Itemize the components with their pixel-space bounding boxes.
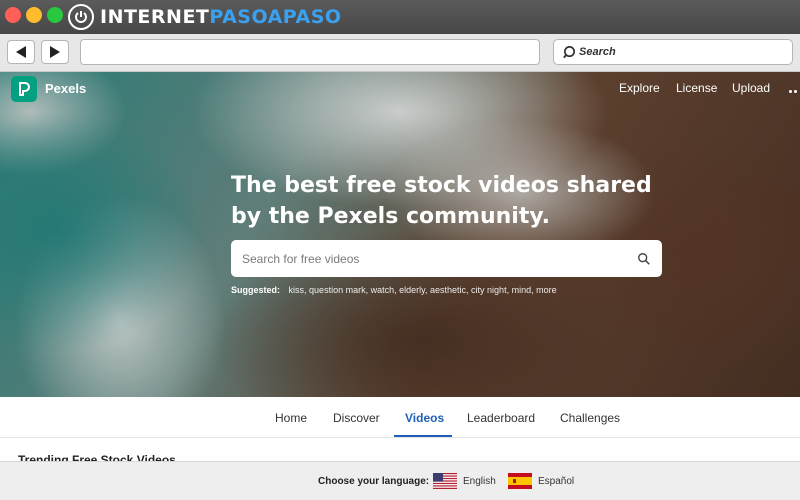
internetpasoapaso-logo: INTERNETPASOAPASO — [68, 3, 342, 31]
category-tabs: Home Discover Videos Leaderboard Challen… — [0, 397, 800, 438]
brand-text-pasoapaso: PASOAPASO — [209, 6, 342, 28]
nav-explore[interactable]: Explore — [619, 81, 660, 95]
window-titlebar: INTERNETPASOAPASO — [0, 0, 800, 34]
hero-overlay — [0, 72, 800, 397]
zoom-window-button[interactable] — [47, 7, 63, 23]
suggestion-link[interactable]: elderly, — [399, 285, 427, 295]
nav-license[interactable]: License — [676, 81, 717, 95]
suggestion-link[interactable]: aesthetic, — [430, 285, 469, 295]
more-options-icon[interactable] — [789, 80, 800, 94]
hero-banner: Pexels Explore License Upload The best f… — [0, 72, 800, 397]
suggested-label: Suggested: — [231, 285, 281, 295]
search-icon[interactable] — [626, 240, 662, 277]
search-icon — [563, 45, 576, 58]
power-icon — [68, 4, 94, 30]
site-name[interactable]: Pexels — [45, 81, 86, 96]
nav-upload[interactable]: Upload — [732, 81, 770, 95]
language-option-spanish[interactable]: Español — [508, 473, 574, 489]
suggestion-link[interactable]: city night, — [471, 285, 509, 295]
language-bar: Choose your language: English Español — [0, 461, 800, 500]
back-arrow-icon — [16, 46, 26, 58]
suggestion-link[interactable]: kiss, — [289, 285, 307, 295]
minimize-window-button[interactable] — [26, 7, 42, 23]
active-tab-indicator — [394, 435, 452, 437]
video-search-bar — [231, 240, 662, 277]
forward-arrow-icon — [50, 46, 60, 58]
language-name-english: English — [463, 475, 496, 487]
tab-home[interactable]: Home — [275, 411, 307, 425]
language-option-english[interactable]: English — [433, 473, 496, 489]
language-name-spanish: Español — [538, 475, 575, 487]
pexels-logo[interactable] — [11, 76, 37, 102]
suggestion-link[interactable]: mind, — [512, 285, 534, 295]
tab-discover[interactable]: Discover — [333, 411, 380, 425]
forward-button[interactable] — [41, 40, 69, 64]
browser-search-placeholder: Search — [579, 46, 616, 58]
close-window-button[interactable] — [5, 7, 21, 23]
back-button[interactable] — [7, 40, 35, 64]
tab-leaderboard[interactable]: Leaderboard — [467, 411, 535, 425]
hero-title: The best free stock videos shared by the… — [231, 173, 652, 229]
tab-challenges[interactable]: Challenges — [560, 411, 620, 425]
address-bar[interactable] — [80, 39, 540, 65]
suggestion-link[interactable]: watch, — [371, 285, 397, 295]
pexels-p-icon — [19, 82, 30, 96]
us-flag-icon — [433, 473, 457, 489]
suggested-searches: Suggested: kiss, question mark, watch, e… — [231, 285, 557, 295]
suggestion-link[interactable]: question mark, — [309, 285, 368, 295]
suggestion-link-more[interactable]: more — [536, 285, 557, 295]
browser-search-field[interactable]: Search — [553, 39, 793, 65]
es-flag-icon — [508, 473, 532, 489]
language-label: Choose your language: — [318, 476, 430, 487]
video-search-input[interactable] — [242, 251, 626, 266]
tab-videos[interactable]: Videos — [405, 411, 444, 425]
brand-text-internet: INTERNET — [100, 6, 210, 28]
browser-toolbar: Search — [0, 34, 800, 72]
